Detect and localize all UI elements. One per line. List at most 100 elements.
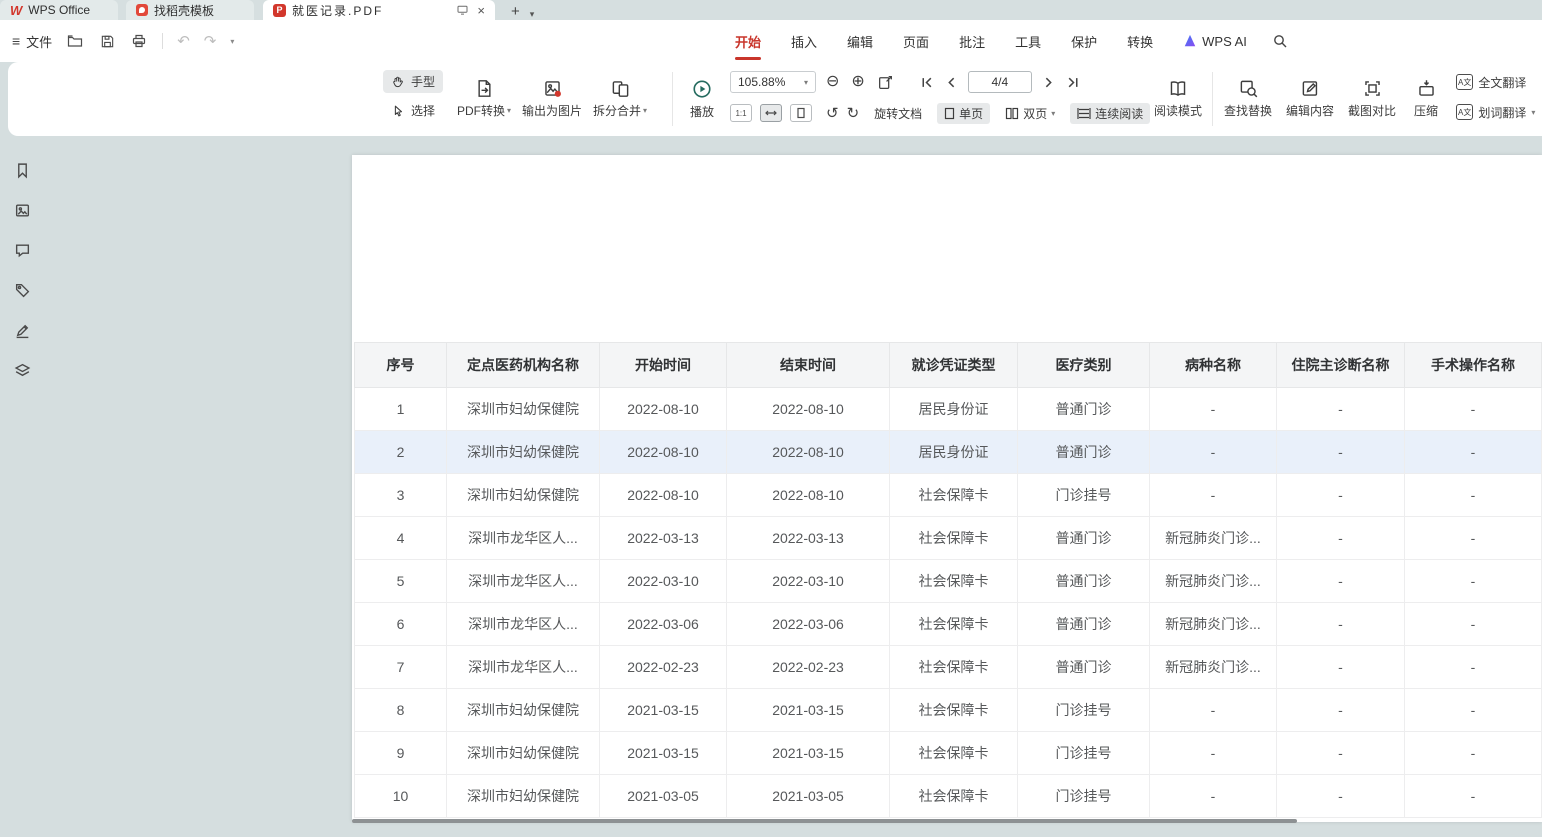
fit-window-button[interactable]	[875, 74, 896, 91]
split-merge-button[interactable]: 拆分合并▾	[592, 70, 648, 128]
table-cell: 3	[355, 474, 447, 517]
edit-content-button[interactable]: 编辑内容	[1282, 70, 1338, 128]
tab-protect[interactable]: 保护	[1071, 20, 1097, 62]
tab-docer-templates[interactable]: 找稻壳模板	[126, 0, 254, 20]
continuous-reading-button[interactable]: 连续阅读	[1070, 103, 1150, 124]
table-cell: 深圳市妇幼保健院	[447, 431, 600, 474]
table-row: 10深圳市妇幼保健院2021-03-052021-03-05社会保障卡门诊挂号-…	[355, 775, 1542, 818]
table-cell: 深圳市妇幼保健院	[447, 689, 600, 732]
table-cell: 2022-08-10	[727, 431, 890, 474]
document-title: 就医记录.PDF	[292, 2, 383, 19]
table-cell: 社会保障卡	[890, 775, 1018, 818]
bookmarks-icon[interactable]	[11, 158, 35, 182]
table-cell: -	[1150, 431, 1277, 474]
undo-icon[interactable]: ↶	[177, 32, 190, 50]
continuous-read-icon	[1077, 107, 1091, 120]
full-text-translate-button[interactable]: A文 全文翻译	[1456, 70, 1535, 94]
previous-page-button[interactable]	[943, 76, 960, 89]
last-page-button[interactable]	[1065, 76, 1082, 89]
workspace: 序号定点医药机构名称开始时间结束时间就诊凭证类型医疗类别病种名称住院主诊断名称手…	[0, 136, 1542, 837]
hand-tool-button[interactable]: 手型	[383, 70, 443, 93]
table-cell: -	[1277, 517, 1405, 560]
horizontal-scrollbar[interactable]	[352, 819, 1297, 823]
thumbnails-icon[interactable]	[11, 198, 35, 222]
table-cell: 2	[355, 431, 447, 474]
close-tab-icon[interactable]: ×	[477, 4, 485, 17]
signature-icon[interactable]	[11, 318, 35, 342]
fit-page-button[interactable]	[790, 104, 812, 122]
find-replace-button[interactable]: 查找替换	[1220, 70, 1276, 128]
export-as-image-button[interactable]: 输出为图片	[522, 70, 582, 128]
file-menu-button[interactable]: ≡ 文件	[12, 32, 52, 51]
device-sync-icon[interactable]	[456, 4, 469, 16]
open-file-button[interactable]	[66, 32, 84, 50]
column-header: 开始时间	[600, 343, 727, 388]
print-button[interactable]	[130, 32, 148, 50]
word-translate-button[interactable]: A文 划词翻译 ▾	[1456, 100, 1535, 124]
rotate-right-button[interactable]: ↻	[847, 106, 860, 121]
comments-icon[interactable]	[11, 238, 35, 262]
document-viewport[interactable]: 序号定点医药机构名称开始时间结束时间就诊凭证类型医疗类别病种名称住院主诊断名称手…	[45, 136, 1542, 837]
table-row: 3深圳市妇幼保健院2022-08-102022-08-10社会保障卡门诊挂号--…	[355, 474, 1542, 517]
rotate-left-button[interactable]: ↺	[826, 106, 839, 121]
tab-list-chevron-icon[interactable]: ▾	[530, 9, 535, 20]
double-page-button[interactable]: 双页 ▾	[998, 103, 1062, 124]
new-tab-button[interactable]: +	[507, 3, 524, 20]
tab-insert[interactable]: 插入	[791, 20, 817, 62]
table-cell: 新冠肺炎门诊...	[1150, 603, 1277, 646]
chevron-down-icon: ▾	[1531, 108, 1535, 117]
screenshot-compare-button[interactable]: 截图对比	[1344, 70, 1400, 128]
history-chevron-icon[interactable]: ▾	[230, 37, 234, 46]
tab-tools[interactable]: 工具	[1015, 20, 1041, 62]
compress-button[interactable]: 压缩	[1406, 70, 1446, 128]
read-mode-button[interactable]: 阅读模式	[1150, 70, 1206, 128]
table-row: 6深圳市龙华区人...2022-03-062022-03-06社会保障卡普通门诊…	[355, 603, 1542, 646]
tab-comment[interactable]: 批注	[959, 20, 985, 62]
screenshot-icon	[1363, 79, 1382, 98]
pdf-file-icon: P	[273, 4, 286, 17]
zoom-level-select[interactable]: 105.88% ▾	[730, 71, 816, 93]
table-cell: 2022-03-10	[727, 560, 890, 603]
chevron-down-icon: ▾	[507, 106, 511, 115]
column-header: 结束时间	[727, 343, 890, 388]
tab-label: WPS Office	[28, 3, 90, 17]
page-number-input[interactable]: 4/4	[968, 71, 1032, 93]
search-icon[interactable]	[1272, 33, 1288, 49]
save-button[interactable]	[98, 32, 116, 50]
fit-width-button[interactable]	[760, 104, 782, 122]
chevron-down-icon: ▾	[804, 78, 808, 87]
table-cell: 2022-02-23	[727, 646, 890, 689]
wps-logo-icon: W	[10, 3, 22, 18]
cursor-icon	[391, 104, 405, 118]
table-row: 5深圳市龙华区人...2022-03-102022-03-10社会保障卡普通门诊…	[355, 560, 1542, 603]
tab-pdf-document[interactable]: P 就医记录.PDF ×	[263, 0, 495, 20]
rotate-document-button[interactable]: 旋转文档	[867, 103, 929, 124]
zoom-in-button[interactable]: ⊕	[849, 74, 866, 90]
table-cell: 普通门诊	[1018, 646, 1150, 689]
tab-wps-office[interactable]: W WPS Office	[0, 0, 118, 20]
single-page-button[interactable]: 单页	[937, 103, 990, 124]
table-cell: 6	[355, 603, 447, 646]
tab-convert[interactable]: 转换	[1127, 20, 1153, 62]
pdf-convert-button[interactable]: PDF转换▾	[456, 70, 512, 128]
tab-edit[interactable]: 编辑	[847, 20, 873, 62]
table-cell: -	[1405, 732, 1542, 775]
find-replace-icon	[1239, 79, 1258, 98]
table-cell: 社会保障卡	[890, 732, 1018, 775]
wps-ai-button[interactable]: WPS AI	[1183, 34, 1247, 49]
next-page-button[interactable]	[1040, 76, 1057, 89]
redo-icon[interactable]: ↷	[204, 32, 217, 50]
tags-icon[interactable]	[11, 278, 35, 302]
tab-page[interactable]: 页面	[903, 20, 929, 62]
table-cell: 深圳市龙华区人...	[447, 646, 600, 689]
table-body: 1深圳市妇幼保健院2022-08-102022-08-10居民身份证普通门诊--…	[355, 388, 1542, 818]
table-cell: 2022-03-10	[600, 560, 727, 603]
actual-size-button[interactable]: 1:1	[730, 104, 752, 122]
tab-home[interactable]: 开始	[735, 20, 761, 62]
layers-icon[interactable]	[11, 358, 35, 382]
first-page-button[interactable]	[918, 76, 935, 89]
table-row: 2深圳市妇幼保健院2022-08-102022-08-10居民身份证普通门诊--…	[355, 431, 1542, 474]
zoom-out-button[interactable]: ⊖	[824, 74, 841, 90]
play-slideshow-button[interactable]: 播放	[680, 70, 724, 128]
select-tool-button[interactable]: 选择	[383, 99, 443, 122]
